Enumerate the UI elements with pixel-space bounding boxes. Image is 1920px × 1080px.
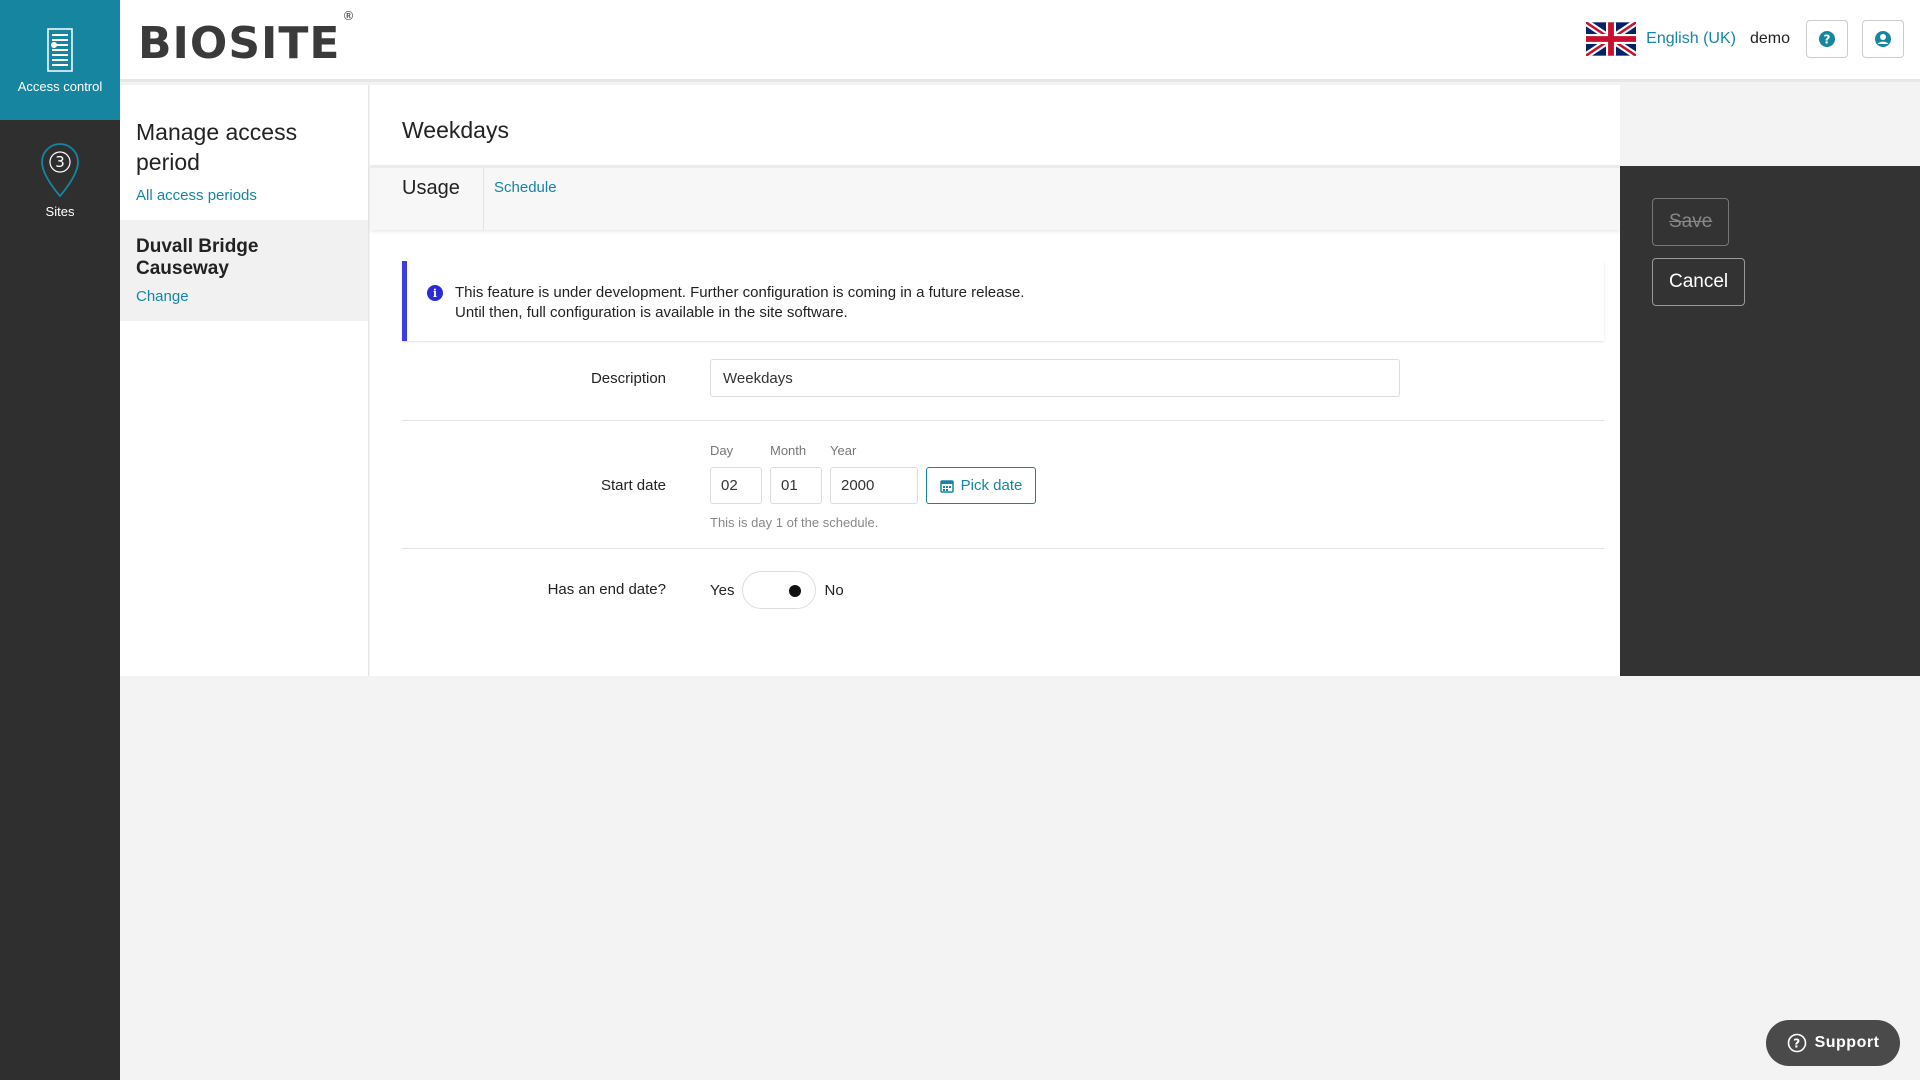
toggle-knob (789, 585, 802, 597)
tab-schedule[interactable]: Schedule (494, 179, 557, 196)
month-input[interactable] (770, 467, 822, 504)
info-alert: i This feature is under development. Fur… (402, 261, 1604, 341)
end-date-row: Has an end date? Yes No (402, 549, 1604, 629)
change-site-link[interactable]: Change (136, 288, 352, 305)
page-title: Weekdays (402, 117, 509, 143)
toggle-yes-label: Yes (710, 581, 735, 599)
alert-message: This feature is under development. Furth… (455, 283, 1024, 341)
account-button[interactable] (1862, 20, 1904, 58)
site-name: Duvall Bridge Causeway (136, 236, 259, 279)
user-icon (1875, 31, 1891, 47)
description-input[interactable] (710, 359, 1400, 397)
svg-text:?: ? (1824, 33, 1831, 47)
header-controls: English (UK) demo ? (1586, 20, 1904, 58)
cancel-button[interactable]: Cancel (1652, 258, 1746, 306)
tab-usage[interactable]: Usage (370, 168, 484, 230)
app-rail: Access control 3 Sites (0, 0, 120, 1080)
language-selector[interactable]: English (UK) (1646, 30, 1736, 48)
end-date-label: Has an end date? (547, 581, 666, 598)
uk-flag-icon[interactable] (1586, 22, 1637, 56)
tab-bar: Usage Schedule (370, 165, 1620, 230)
top-bar: BIOSITE® English (UK) demo ? (120, 0, 1920, 82)
help-icon: ? (1819, 31, 1835, 47)
rail-item-sites[interactable]: 3 Sites (0, 120, 120, 240)
end-date-toggle-group: Yes No (710, 571, 844, 609)
support-button[interactable]: ? Support (1766, 1020, 1900, 1066)
month-label: Month (770, 443, 807, 458)
info-icon: i (427, 285, 443, 301)
day-label: Day (710, 443, 734, 458)
sidebar-header: Manage access period All access periods (120, 85, 368, 220)
main-panel: Weekdays Usage Schedule i This feature i… (370, 85, 1620, 676)
calendar-icon (939, 479, 954, 493)
pick-date-button[interactable]: Pick date (926, 467, 1036, 504)
pick-date-label: Pick date (960, 477, 1023, 494)
alert-line: Until then, full configuration is availa… (455, 304, 848, 321)
description-row: Description (402, 341, 1604, 421)
sites-count-badge: 3 (55, 153, 65, 171)
context-sidebar: Manage access period All access periods … (120, 85, 369, 676)
access-control-icon (42, 27, 78, 73)
svg-text:?: ? (1793, 1037, 1800, 1051)
all-access-periods-link[interactable]: All access periods (136, 187, 352, 204)
save-button[interactable]: Save (1652, 198, 1730, 246)
biosite-logo[interactable]: BIOSITE® (138, 9, 355, 69)
rail-item-label: Access control (17, 78, 103, 94)
action-panel: Save Cancel (1620, 166, 1920, 676)
day-input[interactable] (710, 467, 762, 504)
rail-item-label: Sites (45, 203, 75, 219)
rail-item-access-control[interactable]: Access control (0, 0, 120, 120)
alert-line: This feature is under development. Furth… (455, 284, 1025, 301)
description-label: Description (590, 370, 666, 387)
support-label: Support (1814, 1034, 1880, 1051)
start-date-row: Start date Day Month Year Pick date This… (402, 421, 1604, 549)
sidebar-title: Manage access period (136, 119, 298, 175)
year-label: Year (830, 443, 857, 458)
site-context: Duvall Bridge Causeway Change (120, 220, 368, 321)
toggle-no-label: No (824, 581, 844, 599)
year-input[interactable] (830, 467, 918, 504)
help-button[interactable]: ? (1806, 20, 1848, 58)
map-pin-icon: 3 (38, 142, 82, 198)
end-date-toggle[interactable] (742, 571, 817, 609)
start-date-hint: This is day 1 of the schedule. (710, 515, 879, 530)
start-date-label: Start date (600, 477, 666, 494)
username: demo (1749, 30, 1790, 47)
help-circle-icon: ? (1787, 1033, 1806, 1053)
